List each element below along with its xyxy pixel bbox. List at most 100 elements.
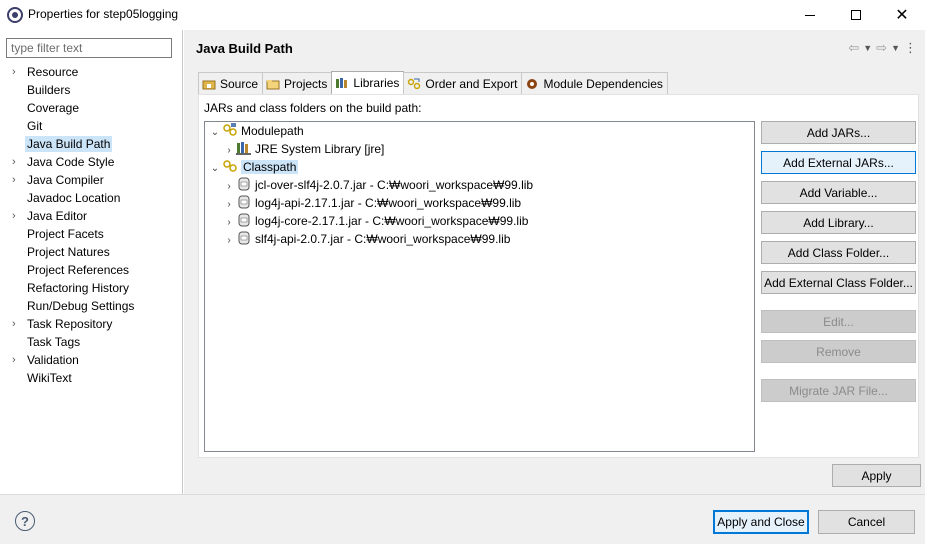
back-dropdown-icon[interactable]: ▼ (863, 43, 872, 53)
module-icon (527, 78, 538, 89)
nav-item-label: Project References (27, 263, 130, 277)
tab-order-and-export[interactable]: Order and Export (403, 72, 523, 94)
nav-item-label: Run/Debug Settings (27, 299, 135, 313)
tree-row-jar[interactable]: › slf4j-api-2.0.7.jar - C:₩woori_workspac… (222, 230, 510, 248)
view-menu-icon[interactable]: ⋮ (904, 40, 917, 56)
chevron-right-icon[interactable]: › (12, 153, 22, 171)
tree-label: log4j-core-2.17.1.jar - C:₩woori_workspa… (255, 214, 529, 228)
tab-projects[interactable]: Projects (262, 72, 333, 94)
modulepath-icon (223, 123, 237, 136)
apply-button[interactable]: Apply (832, 464, 921, 487)
tree-label: Modulepath (241, 124, 304, 138)
apply-and-close-button[interactable]: Apply and Close (713, 510, 809, 534)
jar-icon (238, 177, 250, 191)
nav-item-label: Javadoc Location (27, 191, 121, 205)
close-icon: ✕ (895, 7, 909, 24)
add-library-button[interactable]: Add Library... (761, 211, 916, 234)
chevron-down-icon[interactable]: ⌄ (208, 160, 222, 178)
nav-item-label: Project Facets (27, 227, 104, 241)
filter-input[interactable] (6, 38, 172, 58)
tree-label: Classpath (241, 160, 299, 174)
nav-item[interactable]: Javadoc Location (0, 189, 182, 207)
nav-item[interactable]: WikiText (0, 369, 182, 387)
nav-item[interactable]: Git (0, 117, 182, 135)
preference-nav-list: › Resource Builders Coverage Git Java Build P… (0, 63, 182, 387)
dialog-footer: ? Apply and Close Cancel (0, 494, 925, 544)
window-title: Properties for step05logging (28, 7, 179, 21)
tree-row-jar[interactable]: › jcl-over-slf4j-2.0.7.jar - C:₩woori_wor… (222, 176, 533, 194)
classpath-icon (223, 160, 237, 172)
tree-row-jre[interactable]: › JRE System Library [jre] (222, 140, 384, 158)
tab-strip: Source Projects Libraries Order and Export M… (198, 71, 668, 94)
tree-row-jar[interactable]: › log4j-api-2.17.1.jar - C:₩woori_workspa… (222, 194, 521, 212)
add-external-jars-button[interactable]: Add External JARs... (761, 151, 916, 174)
help-icon[interactable]: ? (15, 511, 35, 531)
forward-dropdown-icon[interactable]: ▼ (891, 43, 900, 53)
tree-row-classpath[interactable]: ⌄ Classpath (208, 158, 299, 178)
libraries-tab-body: JARs and class folders on the build path… (198, 94, 919, 458)
nav-item[interactable]: Run/Debug Settings (0, 297, 182, 315)
tree-row-modulepath[interactable]: ⌄ Modulepath (208, 122, 304, 140)
nav-item[interactable]: Java Build Path (0, 135, 182, 153)
tree-label: JRE System Library [jre] (255, 142, 385, 156)
migrate-jar-button[interactable]: Migrate JAR File... (761, 379, 916, 402)
nav-item[interactable]: › Java Editor (0, 207, 182, 225)
tab-libraries[interactable]: Libraries (331, 71, 405, 94)
minimize-button[interactable] (787, 0, 833, 30)
chevron-right-icon[interactable]: › (12, 171, 22, 189)
tab-source[interactable]: Source (198, 72, 264, 94)
remove-button[interactable]: Remove (761, 340, 916, 363)
nav-item[interactable]: Project References (0, 261, 182, 279)
nav-item-label: Java Editor (27, 209, 88, 223)
add-jars-button[interactable]: Add JARs... (761, 121, 916, 144)
header-nav-icons: ⇦ ▼ ⇨ ▼ ⋮ (848, 40, 917, 56)
nav-item-label: Resource (27, 65, 79, 79)
jar-icon (238, 195, 250, 209)
cancel-button[interactable]: Cancel (818, 510, 915, 534)
forward-arrow-icon[interactable]: ⇨ (876, 40, 887, 56)
chevron-right-icon[interactable]: › (12, 351, 22, 369)
title-bar: Properties for step05logging ✕ (0, 0, 925, 30)
tree-label: jcl-over-slf4j-2.0.7.jar - C:₩woori_work… (255, 178, 534, 192)
nav-item[interactable]: › Java Code Style (0, 153, 182, 171)
back-arrow-icon[interactable]: ⇦ (848, 40, 859, 56)
minimize-icon (805, 14, 815, 16)
nav-item[interactable]: Refactoring History (0, 279, 182, 297)
maximize-button[interactable] (833, 0, 879, 30)
build-path-tree[interactable]: ⌄ Modulepath › JRE System Library [jre] ⌄ C… (204, 121, 755, 452)
add-class-folder-button[interactable]: Add Class Folder... (761, 241, 916, 264)
close-button[interactable]: ✕ (879, 0, 925, 30)
nav-item[interactable]: › Resource (0, 63, 182, 81)
chevron-down-icon[interactable]: ⌄ (208, 124, 222, 142)
tab-module-dependencies[interactable]: Module Dependencies (521, 72, 668, 94)
jar-icon (238, 213, 250, 227)
page-header: Java Build Path ⇦ ▼ ⇨ ▼ ⋮ (184, 30, 925, 66)
nav-item[interactable]: › Java Compiler (0, 171, 182, 189)
nav-item[interactable]: Project Facets (0, 225, 182, 243)
chevron-right-icon[interactable]: › (12, 207, 22, 225)
nav-item[interactable]: › Task Repository (0, 315, 182, 333)
tab-label: Projects (284, 76, 328, 91)
nav-item-label: Project Natures (27, 245, 110, 259)
nav-item[interactable]: Builders (0, 81, 182, 99)
add-variable-button[interactable]: Add Variable... (761, 181, 916, 204)
eclipse-icon (7, 7, 23, 23)
tree-row-jar[interactable]: › log4j-core-2.17.1.jar - C:₩woori_worksp… (222, 212, 528, 230)
add-external-class-folder-button[interactable]: Add External Class Folder... (761, 271, 916, 294)
page-title: Java Build Path (196, 41, 293, 56)
nav-item[interactable]: Project Natures (0, 243, 182, 261)
chevron-right-icon[interactable]: › (12, 63, 22, 81)
nav-item[interactable]: Task Tags (0, 333, 182, 351)
edit-button[interactable]: Edit... (761, 310, 916, 333)
nav-item-label: Task Repository (27, 317, 113, 331)
nav-item-label: WikiText (27, 371, 72, 385)
tab-label: Source (220, 76, 259, 91)
maximize-icon (851, 10, 861, 20)
chevron-right-icon[interactable]: › (222, 232, 236, 250)
properties-page: Java Build Path ⇦ ▼ ⇨ ▼ ⋮ Source Projects… (184, 30, 925, 494)
nav-item[interactable]: Coverage (0, 99, 182, 117)
library-icon (236, 142, 251, 155)
tree-label: log4j-api-2.17.1.jar - C:₩woori_workspac… (255, 196, 522, 210)
nav-item[interactable]: › Validation (0, 351, 182, 369)
chevron-right-icon[interactable]: › (12, 315, 22, 333)
